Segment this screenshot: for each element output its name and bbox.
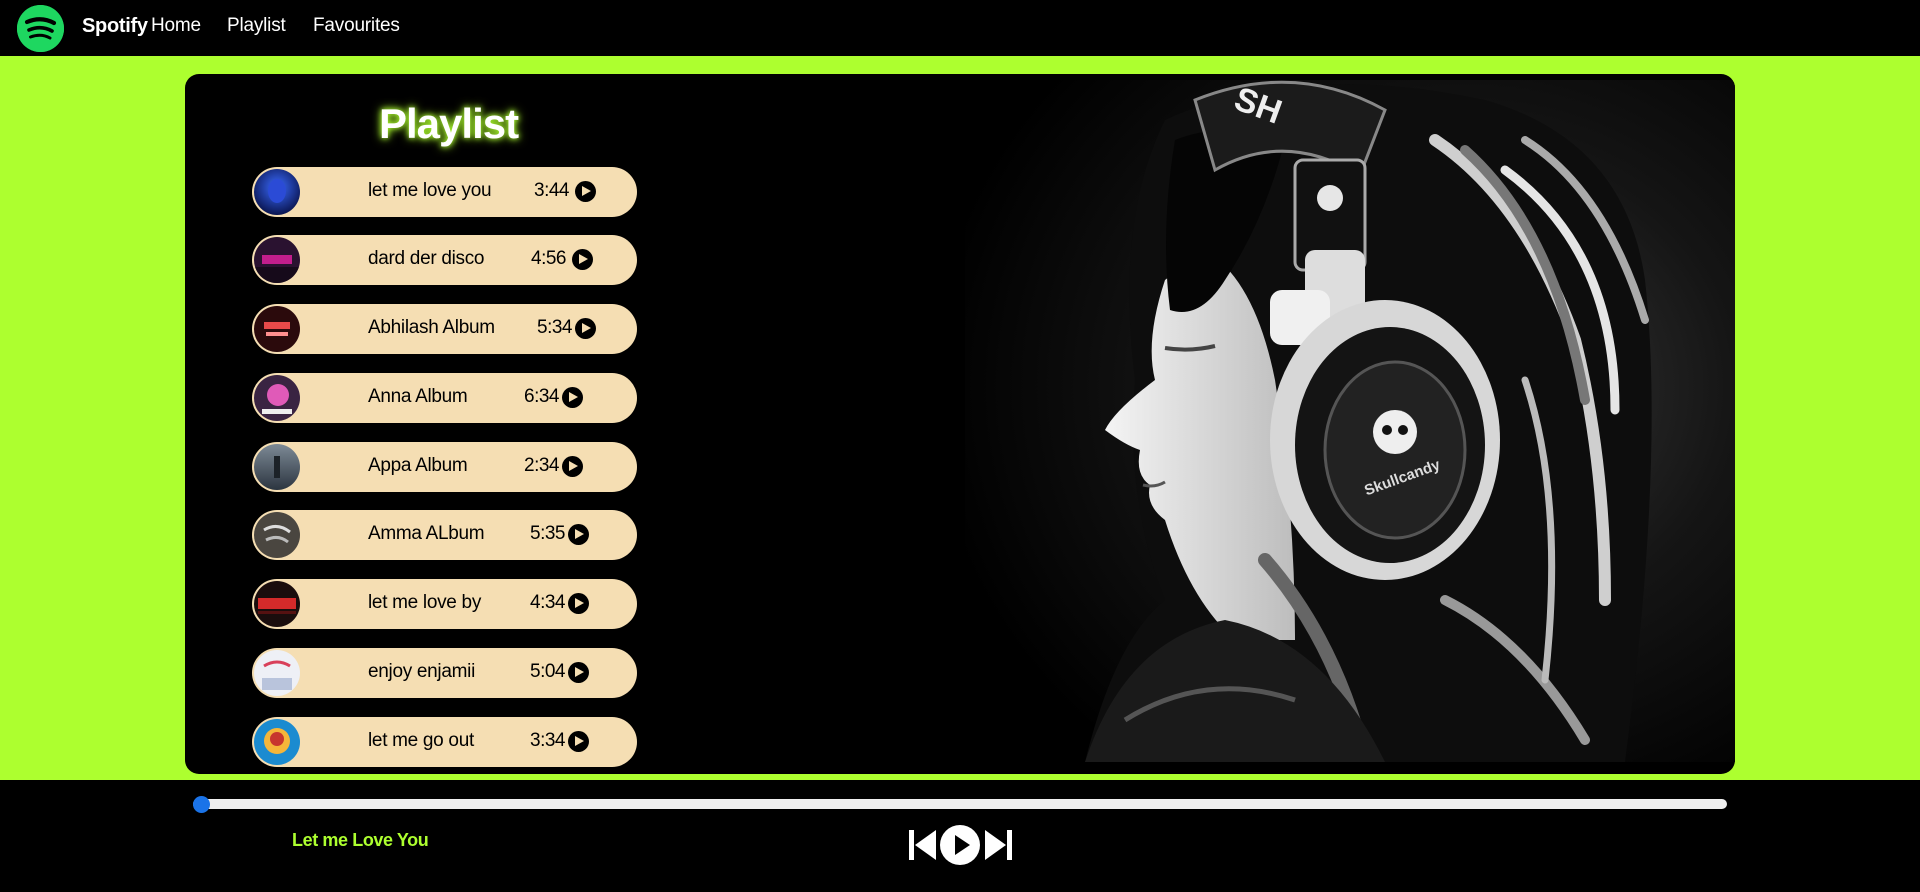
song-item[interactable]: enjoy enjamii 5:04 [252,648,637,698]
song-name: let me love you [368,180,492,201]
song-duration: 4:56 [531,248,566,269]
song-name: Anna Album [368,386,468,407]
song-duration: 5:35 [530,523,565,544]
song-item[interactable]: dard der disco 4:56 [252,235,637,285]
play-icon[interactable] [568,593,589,614]
previous-icon[interactable] [908,829,938,861]
song-duration: 5:34 [537,317,572,338]
song-name: Appa Album [368,455,468,476]
play-icon[interactable] [575,318,596,339]
song-duration: 6:34 [524,386,559,407]
song-duration: 3:34 [530,730,565,751]
hero-image: SH Skullcandy [965,80,1735,762]
play-pause-icon[interactable] [940,825,980,865]
album-cover [254,169,300,215]
album-cover [254,581,300,627]
play-icon[interactable] [562,387,583,408]
album-cover [254,650,300,696]
album-cover [254,375,300,421]
song-item[interactable]: let me love by 4:34 [252,579,637,629]
album-cover [254,237,300,283]
playlist-title: Playlist [379,100,519,147]
song-name: Abhilash Album [368,317,495,338]
song-item[interactable]: let me love you 3:44 [252,167,637,217]
song-name: let me love by [368,592,482,613]
song-duration: 2:34 [524,455,559,476]
play-icon[interactable] [568,731,589,752]
play-icon[interactable] [568,662,589,683]
album-cover [254,719,300,765]
song-duration: 3:44 [534,180,569,201]
play-icon[interactable] [572,249,593,270]
album-cover [254,512,300,558]
progress-bar[interactable] [193,796,1727,813]
now-playing-title: Let me Love You [292,830,429,850]
main-container: SH Skullcandy Playlist let me love you 3… [185,74,1735,774]
nav-link-home[interactable]: Home [151,15,201,37]
song-name: let me go out [368,730,474,751]
album-cover [254,444,300,490]
song-item[interactable]: Abhilash Album 5:34 [252,304,637,354]
song-name: dard der disco [368,248,485,269]
play-icon[interactable] [575,181,596,202]
next-icon[interactable] [983,829,1013,861]
player-bar: Let me Love You [0,780,1920,892]
song-name: enjoy enjamii [368,661,475,682]
song-item[interactable]: Appa Album 2:34 [252,442,637,492]
nav-link-playlist[interactable]: Playlist [227,15,286,37]
song-item[interactable]: Amma ALbum 5:35 [252,510,637,560]
nav-link-favourites[interactable]: Favourites [313,15,400,37]
navbar: Spotify Home Playlist Favourites [0,0,1920,56]
song-item[interactable]: Anna Album 6:34 [252,373,637,423]
song-item[interactable]: let me go out 3:34 [252,717,637,767]
progress-thumb[interactable] [193,796,210,813]
play-icon[interactable] [568,524,589,545]
song-name: Amma ALbum [368,523,485,544]
song-duration: 4:34 [530,592,565,613]
play-icon[interactable] [562,456,583,477]
album-cover [254,306,300,352]
spotify-logo-icon[interactable] [17,5,64,52]
brand-name[interactable]: Spotify [82,15,148,38]
song-duration: 5:04 [530,661,565,682]
